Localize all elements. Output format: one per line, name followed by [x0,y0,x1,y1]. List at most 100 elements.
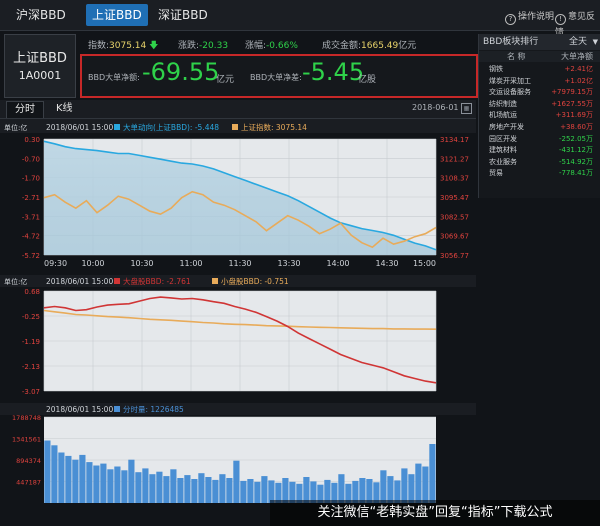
left-tick-label: 1788748 [12,414,41,422]
sector-name: 交运设备服务 [489,88,531,97]
sector-name: 煤炭开采加工 [489,76,531,85]
legend-swatch [114,278,120,284]
turnover-stat: 成交金额:1665.49亿元 [322,41,417,51]
right-tick-label: 3082.57 [440,213,469,221]
chart-date: 2018-06-01 [412,103,459,112]
sector-row[interactable]: 纺织制造 +1627.55万 [479,99,600,110]
index-name-box: 上证BBD 1A0001 [4,34,76,98]
volume-bar [338,474,345,503]
sector-row[interactable]: 房地产开发 +38.60万 [479,122,600,133]
help-label: 操作说明 [518,12,555,22]
sector-name: 贸易 [489,169,503,178]
volume-bar [58,452,65,503]
right-tick-label: 3069.67 [440,233,469,241]
sector-row[interactable]: 机场航运 +311.69万 [479,110,600,121]
left-tick-label: -0.25 [22,313,40,321]
volume-bar [86,462,93,503]
watermark-text: 关注微信“老韩实盘”回复“指标”下载公式 [270,500,600,526]
down-arrow-icon: 🡇 [149,41,159,51]
index-value-stat: 指数:3075.14 🡇 [88,41,159,51]
sector-name: 房地产开发 [489,123,524,131]
left-tick-label: 1341561 [12,436,41,444]
sector-name: 建筑材料 [489,146,517,155]
volume-bar [233,460,240,503]
unit-label: 单位:亿 [4,123,27,132]
help-link[interactable]: ? 操作说明 [505,9,554,25]
legend-swatch [114,406,120,412]
sector-net-value: +311.69万 [555,111,593,120]
sector-name: 农业服务 [489,157,517,166]
bbd-net-box: BBD大单净额: -69.55 亿元 BBD大单净差: -5.45 亿股 [80,54,478,98]
bbd-flow-chart: 单位:亿 2018/06/01 15:00 大单动向(上证BBD): -5.448 上… [0,119,476,268]
volume-bar [79,454,86,503]
sector-ranking-title: BBD板块排行 全天 ▼ [479,34,600,50]
chevron-down-icon[interactable]: ▼ [593,34,598,50]
tab-shangzheng-bbd[interactable]: 上证BBD [86,4,148,26]
volume-bar [212,479,219,503]
volume-bar [415,463,422,503]
tab-intraday[interactable]: 分时 [6,101,44,118]
sector-row[interactable]: 贸易 -778.41万 [479,168,600,179]
pct-stat: 涨幅:-0.66% [245,41,298,51]
right-tick-label: 3095.47 [440,194,469,202]
tab-kline[interactable]: K线 [48,101,81,117]
volume-bar [114,466,121,503]
sector-net-value: -252.05万 [558,134,593,143]
sector-row[interactable]: 园区开发 -252.05万 [479,134,600,145]
range-select[interactable]: 全天 [569,34,587,50]
help-icon: ? [505,14,516,25]
tab-shenzheng-bbd[interactable]: 深证BBD [152,4,214,26]
net-diff-unit: 亿股 [358,75,377,85]
calendar-icon[interactable]: ▦ [461,103,472,114]
volume-bar [219,474,226,503]
x-tick-label: 14:00 [326,259,349,268]
x-tick-label: 09:30 [44,259,67,268]
net-diff-value: -5.45 [302,58,365,86]
legend-time: 2018/06/01 15:00 [46,405,113,414]
right-tick-label: 3121.27 [440,155,469,163]
legend-swatch [232,124,238,130]
left-tick-label: -4.72 [22,233,40,241]
left-tick-label: 894374 [16,457,41,465]
volume-bar [408,474,415,503]
right-tick-label: 3056.77 [440,252,469,260]
x-tick-label: 11:30 [228,259,251,268]
legend-time: 2018/06/01 15:00 [46,277,113,286]
left-tick-label: -2.71 [22,194,40,202]
sector-row[interactable]: 煤炭开采加工 +1.02亿 [479,76,600,87]
volume-bar [107,469,114,503]
net-amount-label: BBD大单净额: [88,73,140,82]
large-small-bbd-chart: 单位:亿 2018/06/01 15:00 大盘股BBD: -2.761 小盘股BBD… [0,275,476,396]
feedback-icon: ! [555,14,566,25]
net-amount-value: -69.55 [142,58,220,86]
volume-bar [387,476,394,503]
sector-net-value: -778.41万 [558,169,593,178]
left-tick-label: -3.07 [22,388,40,396]
volume-bar [422,466,429,503]
sector-row[interactable]: 建筑材料 -431.12万 [479,145,600,156]
change-stat: 涨跌:-20.33 [178,41,229,51]
bbd-charts: 单位:亿 2018/06/01 15:00 大单动向(上证BBD): -5.448 上… [0,119,476,503]
tab-hushen-bbd[interactable]: 沪深BBD [10,4,72,26]
volume-bar [429,444,436,503]
sector-row[interactable]: 钢铁 +2.41亿 [479,64,600,75]
sector-row[interactable]: 交运设备服务 +7979.15万 [479,87,600,98]
unit-label: 单位:亿 [4,277,27,286]
legend-entry: 大单动向(上证BBD): -5.448 [123,122,219,132]
left-tick-label: 0.30 [24,136,40,144]
x-tick-label: 13:30 [277,259,300,268]
sector-net-value: +38.60万 [560,123,593,131]
sector-net-value: -514.92万 [558,157,593,166]
legend-entry: 分时量: 1226485 [123,404,184,414]
volume-bar [170,469,177,503]
left-tick-label: -5.72 [22,252,40,260]
left-tick-label: 447187 [16,479,41,487]
index-code: 1A0001 [18,69,62,82]
left-tick-label: -1.70 [22,175,40,183]
sector-row[interactable]: 农业服务 -514.92万 [479,157,600,168]
volume-bar [72,459,79,503]
volume-bar [149,474,156,503]
right-tick-label: 3108.37 [440,175,469,183]
net-amount-unit: 亿元 [216,75,235,85]
x-tick-label: 10:30 [130,259,153,268]
